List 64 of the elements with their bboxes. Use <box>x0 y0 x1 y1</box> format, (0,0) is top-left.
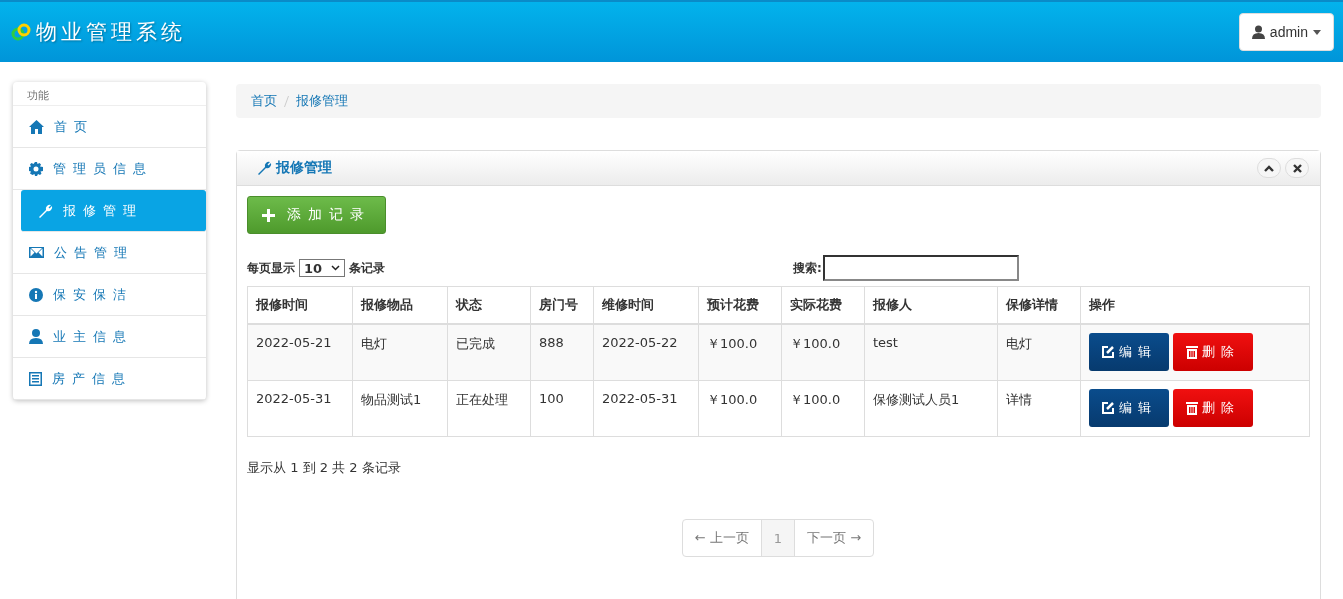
table-cell: 100 <box>530 380 594 437</box>
add-record-button[interactable]: 添加记录 <box>247 196 386 234</box>
table-cell: 2022-05-31 <box>593 380 699 437</box>
table-cell: 正在处理 <box>447 380 531 437</box>
page-size-suffix: 条记录 <box>349 259 385 277</box>
table-cell: 2022-05-21 <box>247 324 353 381</box>
edit-button[interactable]: 编辑 <box>1089 389 1169 427</box>
delete-button[interactable]: 删除 <box>1173 333 1253 371</box>
page-size-label: 每页显示 <box>247 259 295 277</box>
rings-logo-icon <box>10 21 32 43</box>
collapse-button[interactable] <box>1257 158 1281 178</box>
wrench-icon <box>256 160 272 176</box>
envelope-icon <box>29 247 44 258</box>
search-label: 搜索: <box>793 259 822 277</box>
sidebar-item[interactable]: 报修管理 <box>21 190 206 232</box>
trash-icon <box>1186 401 1198 415</box>
sidebar-item[interactable]: 保安保洁 <box>13 274 206 316</box>
sidebar-item[interactable]: 业主信息 <box>13 316 206 358</box>
user-icon <box>1251 25 1265 39</box>
breadcrumb-link[interactable]: 首页 <box>251 92 277 110</box>
next-page-link[interactable]: 下一页 → <box>794 519 875 557</box>
table-cell: 详情 <box>997 380 1081 437</box>
table-cell: ￥100.0 <box>781 380 865 437</box>
table-cell: 2022-05-31 <box>247 380 353 437</box>
plus-icon <box>262 208 275 222</box>
table-cell: ￥100.0 <box>781 324 865 381</box>
sidebar-heading: 功能 <box>13 82 206 106</box>
page-size-select[interactable]: 10 <box>299 259 345 277</box>
table-cell: 已完成 <box>447 324 531 381</box>
close-button[interactable] <box>1285 158 1309 178</box>
app-title: 物业管理系统 <box>36 19 186 46</box>
chevron-up-icon <box>1264 164 1274 172</box>
info-icon <box>29 287 43 302</box>
user-menu-button[interactable]: admin <box>1238 13 1334 51</box>
edit-button[interactable]: 编辑 <box>1089 333 1169 371</box>
page-link[interactable]: 1 <box>760 519 796 557</box>
close-icon <box>1292 163 1302 173</box>
record-count-info: 显示从 1 到 2 共 2 条记录 <box>247 459 402 477</box>
edit-icon <box>1101 345 1115 359</box>
table-cell: 电灯 <box>997 324 1081 381</box>
table-cell: ￥100.0 <box>698 380 782 437</box>
sidebar-item[interactable]: 房产信息 <box>13 358 206 400</box>
panel-title: 报修管理 <box>276 159 332 177</box>
list-icon <box>29 371 42 386</box>
trash-icon <box>1186 345 1198 359</box>
table-cell: ￥100.0 <box>698 324 782 381</box>
home-icon <box>29 119 44 134</box>
edit-icon <box>1101 401 1115 415</box>
search-field[interactable] <box>822 255 1019 281</box>
table-cell: 888 <box>530 324 594 381</box>
sidebar-item[interactable]: 首页 <box>13 106 206 148</box>
sidebar-item[interactable]: 公告管理 <box>13 232 206 274</box>
table-cell: 物品测试1 <box>352 380 448 437</box>
table-cell: 保修测试人员1 <box>864 380 998 437</box>
table-cell: 2022-05-22 <box>593 324 699 381</box>
chevron-down-icon <box>331 265 340 271</box>
table-cell: test <box>864 324 998 381</box>
table-cell: 电灯 <box>352 324 448 381</box>
user-icon <box>29 329 43 344</box>
wrench-icon <box>37 202 53 219</box>
delete-button[interactable]: 删除 <box>1173 389 1253 427</box>
settings-icon <box>29 161 43 176</box>
breadcrumb-link[interactable]: 报修管理 <box>296 92 348 110</box>
caret-icon <box>1313 29 1321 35</box>
